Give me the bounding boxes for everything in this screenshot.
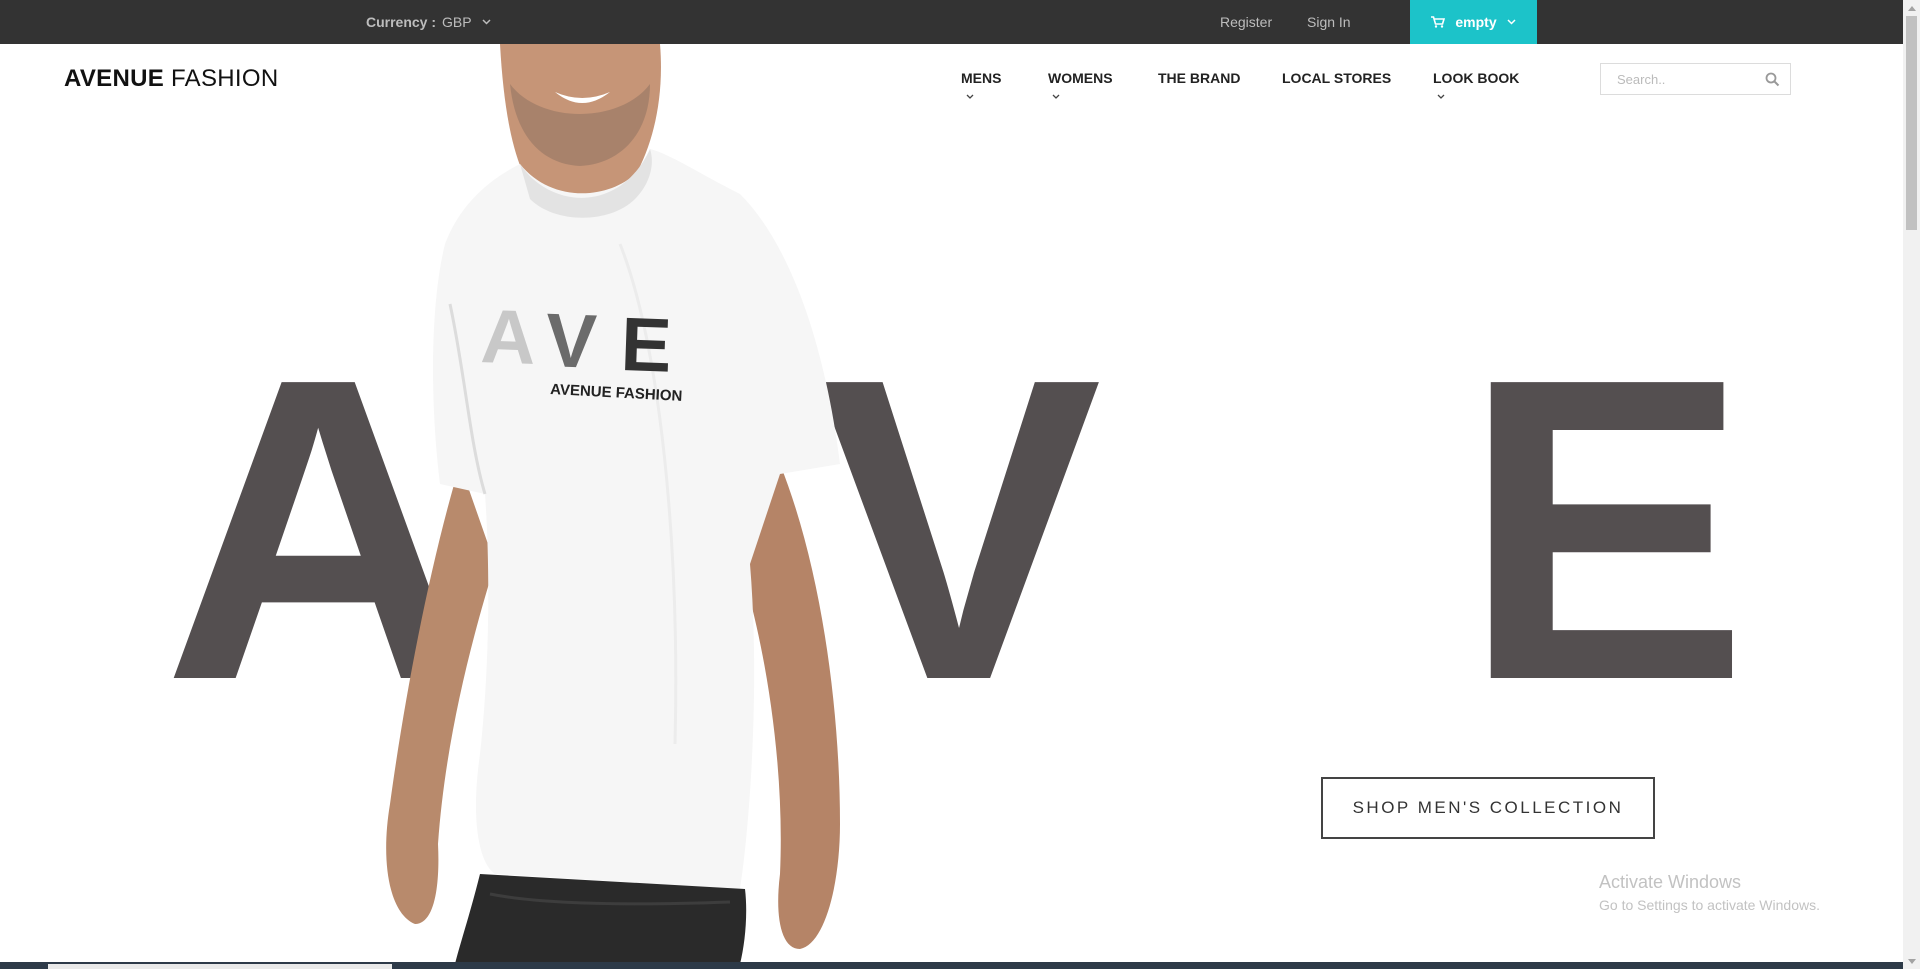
cart-label: empty <box>1455 14 1497 30</box>
bottom-strip <box>0 962 1903 969</box>
bottom-strip-segment <box>48 964 392 969</box>
currency-selector[interactable]: Currency : GBP <box>366 0 491 44</box>
logo-light-text: FASHION <box>171 65 279 92</box>
nav-mens[interactable]: MENS <box>961 70 1001 86</box>
svg-text:A: A <box>479 294 555 381</box>
cart-icon <box>1431 16 1446 28</box>
shop-mens-collection-button[interactable]: SHOP MEN'S COLLECTION <box>1321 777 1655 839</box>
scrollbar-thumb[interactable] <box>1906 16 1917 230</box>
logo-bold-text: AVENUE <box>64 65 165 92</box>
cart-button[interactable]: empty <box>1410 0 1537 44</box>
activate-windows-title: Activate Windows <box>1599 872 1742 892</box>
search-box <box>1600 63 1791 95</box>
search-icon[interactable] <box>1765 72 1780 92</box>
register-link[interactable]: Register <box>1220 0 1272 44</box>
scroll-up-icon[interactable] <box>1903 0 1920 16</box>
scroll-down-icon[interactable] <box>1903 953 1920 969</box>
hero-letter-e: E <box>1462 290 1749 770</box>
currency-label: Currency : <box>366 14 437 30</box>
chevron-down-icon <box>1437 94 1445 99</box>
chevron-down-icon <box>1052 94 1060 99</box>
nav-the-brand[interactable]: THE BRAND <box>1158 70 1240 86</box>
chevron-down-icon <box>966 94 974 99</box>
currency-value: GBP <box>442 14 472 30</box>
svg-text:V: V <box>544 298 598 385</box>
top-bar: Currency : GBP Register Sign In empty <box>0 0 1903 44</box>
sign-in-link[interactable]: Sign In <box>1307 0 1351 44</box>
chevron-down-icon <box>482 17 491 28</box>
nav-womens[interactable]: WOMENS <box>1048 70 1113 86</box>
svg-text:E: E <box>619 302 673 389</box>
search-input[interactable] <box>1601 64 1751 94</box>
site-logo[interactable]: AVENUE FASHION <box>64 65 278 93</box>
nav-look-book[interactable]: LOOK BOOK <box>1433 70 1519 86</box>
chevron-down-icon <box>1507 19 1516 25</box>
nav-local-stores[interactable]: LOCAL STORES <box>1282 70 1391 86</box>
model-image: A V E AVENUE FASHION <box>386 44 840 964</box>
vertical-scrollbar[interactable] <box>1903 0 1920 969</box>
activate-windows-subtitle: Go to Settings to activate Windows. <box>1599 897 1820 913</box>
